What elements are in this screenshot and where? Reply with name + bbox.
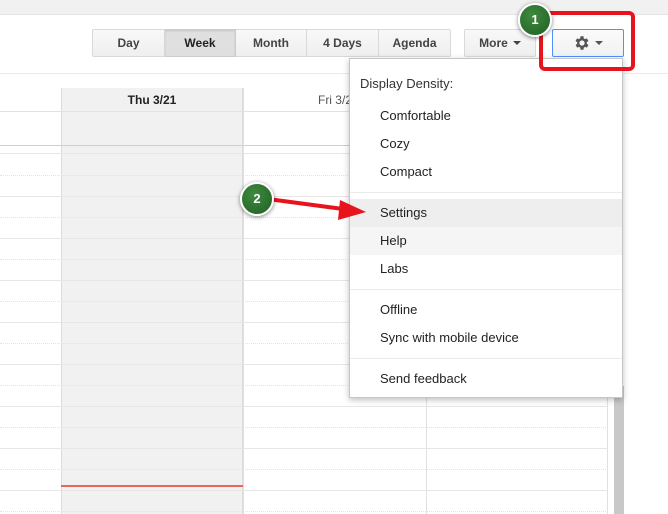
arrow-icon	[266, 197, 366, 220]
step-badge-1: 1	[518, 3, 552, 37]
step-badge-2: 2	[240, 182, 274, 216]
